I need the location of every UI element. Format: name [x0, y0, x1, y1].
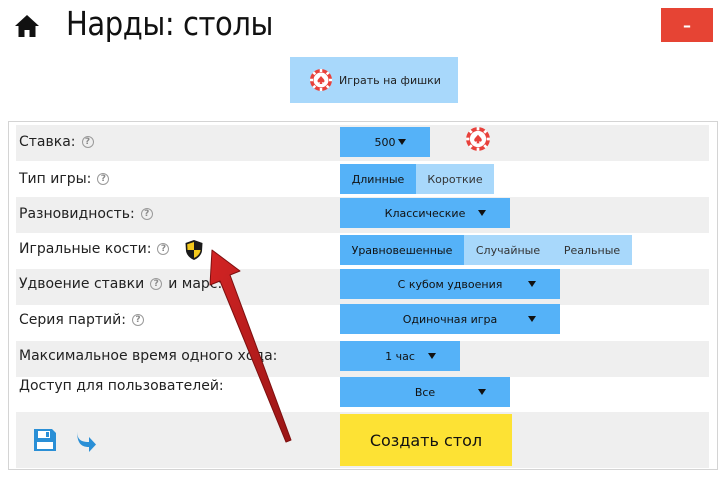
access-select[interactable]: Все	[340, 377, 510, 407]
help-icon[interactable]: ?	[140, 208, 153, 220]
chevron-down-icon	[478, 389, 486, 395]
series-select[interactable]: Одиночная игра	[340, 304, 560, 334]
close-button[interactable]: –	[661, 8, 713, 42]
variant-value: Классические	[384, 206, 466, 220]
share-arrow-icon[interactable]	[72, 427, 98, 453]
help-icon[interactable]: ?	[97, 173, 110, 185]
stake-value: 500	[374, 135, 396, 149]
max-time-label: Максимальное время одного хода:	[19, 348, 278, 364]
max-time-value: 1 час	[385, 349, 415, 363]
doubling-label-suffix: и марс:	[168, 276, 223, 292]
doubling-select[interactable]: С кубом удвоения	[340, 269, 560, 299]
stake-label: Ставка:	[19, 134, 76, 150]
variant-select[interactable]: Классические	[340, 198, 510, 228]
create-table-button[interactable]: Создать стол	[340, 414, 512, 466]
access-value: Все	[414, 385, 436, 399]
home-icon[interactable]	[14, 14, 40, 38]
stake-label-group: Ставка: ?	[19, 134, 94, 150]
dice-option-random[interactable]: Случайные	[464, 235, 552, 265]
doubling-value: С кубом удвоения	[397, 277, 503, 291]
help-icon[interactable]: ?	[131, 314, 144, 326]
game-type-option-short[interactable]: Короткие	[416, 164, 494, 194]
dice-option-balanced[interactable]: Уравновешенные	[340, 235, 464, 265]
chevron-down-icon	[428, 353, 436, 359]
variant-label: Разновидность:	[19, 206, 135, 222]
poker-chip-icon	[310, 69, 332, 91]
game-type-label: Тип игры:	[19, 171, 92, 187]
series-label: Серия партий:	[19, 312, 126, 328]
variant-label-group: Разновидность: ?	[19, 206, 153, 222]
dice-label: Игральные кости:	[19, 241, 152, 257]
access-label: Доступ для пользователей:	[19, 378, 224, 394]
max-time-label-group: Максимальное время одного хода:	[19, 348, 277, 364]
series-label-group: Серия партий: ?	[19, 312, 144, 328]
help-icon[interactable]: ?	[81, 136, 94, 148]
chevron-down-icon	[478, 210, 486, 216]
doubling-label: Удвоение ставки	[19, 276, 145, 292]
access-label-group: Доступ для пользователей:	[19, 378, 224, 394]
save-icon[interactable]	[32, 427, 58, 453]
page-title: Нарды: столы	[66, 4, 273, 43]
shield-icon	[185, 240, 203, 260]
play-for-chips-label: Играть на фишки	[339, 73, 441, 87]
poker-chip-icon	[466, 127, 490, 151]
stake-select[interactable]: 500	[340, 127, 430, 157]
game-type-label-group: Тип игры: ?	[19, 171, 110, 187]
play-for-chips-button[interactable]: Играть на фишки	[290, 57, 458, 103]
dice-label-group: Игральные кости: ?	[19, 241, 170, 257]
series-value: Одиночная игра	[402, 312, 498, 326]
help-icon[interactable]: ?	[150, 278, 163, 290]
game-type-option-long[interactable]: Длинные	[340, 164, 416, 194]
chevron-down-icon	[398, 139, 406, 145]
dice-option-real[interactable]: Реальные	[552, 235, 632, 265]
chevron-down-icon	[528, 316, 536, 322]
max-time-select[interactable]: 1 час	[340, 341, 460, 371]
help-icon[interactable]: ?	[157, 243, 170, 255]
doubling-label-group: Удвоение ставки ? и марс:	[19, 276, 222, 292]
chevron-down-icon	[528, 281, 536, 287]
